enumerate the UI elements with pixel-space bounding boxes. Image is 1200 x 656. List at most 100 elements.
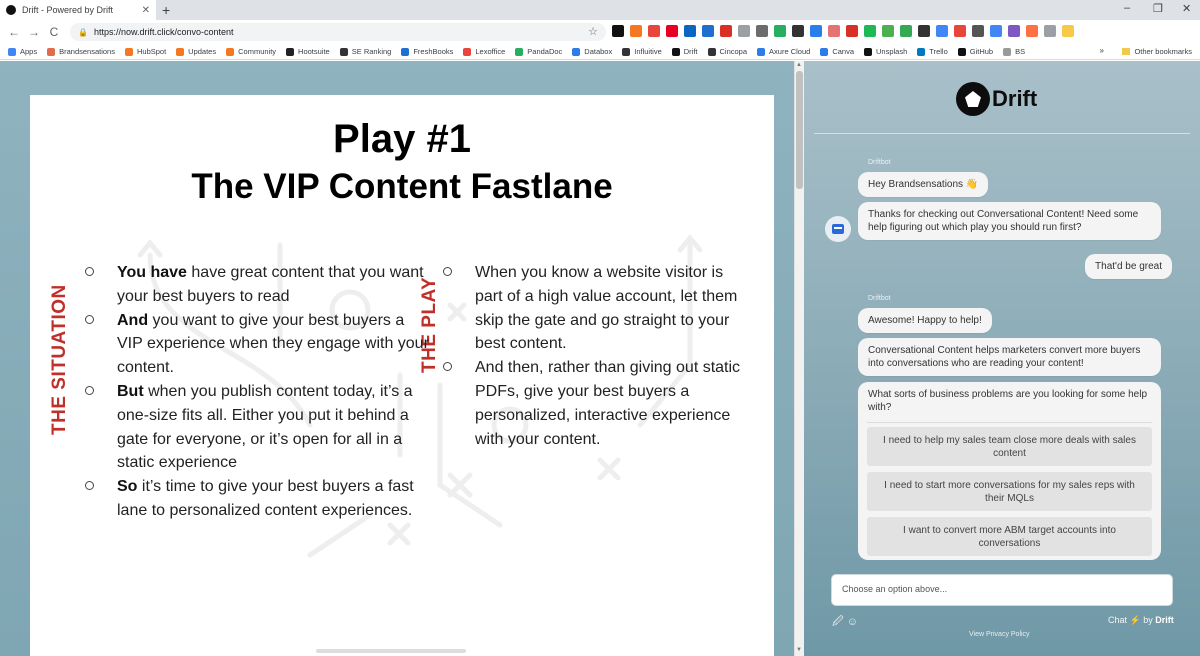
bookmark-item[interactable]: Axure Cloud <box>757 47 810 56</box>
extension-icon[interactable] <box>990 25 1002 37</box>
bookmark-item[interactable]: Updates <box>176 47 216 56</box>
bot-message: Hey Brandsensations 👋 <box>858 172 989 197</box>
panel-divider <box>814 133 1190 134</box>
back-button[interactable]: ← <box>4 25 24 39</box>
extension-icon[interactable] <box>630 25 642 37</box>
extension-icon[interactable] <box>864 25 876 37</box>
extension-icon[interactable] <box>1026 25 1038 37</box>
option-button-sales-content[interactable]: I need to help my sales team close more … <box>867 427 1152 466</box>
close-window-button[interactable]: ✕ <box>1182 2 1191 15</box>
reload-button[interactable]: C <box>44 25 64 39</box>
extension-icon[interactable] <box>756 25 768 37</box>
chat-by-mid: by <box>1140 615 1156 625</box>
scroll-down-arrow-icon[interactable]: ▼ <box>796 647 802 653</box>
bookmark-item[interactable]: FreshBooks <box>401 47 453 56</box>
bookmark-item[interactable]: Lexoffice <box>463 47 505 56</box>
attachment-and-emoji-icons[interactable]: 🖉 ☺ <box>832 616 858 628</box>
extension-icon[interactable] <box>846 25 858 37</box>
page-scrollbar[interactable]: ▲ ▼ <box>794 61 804 656</box>
extension-icon[interactable] <box>1044 25 1056 37</box>
new-tab-button[interactable]: + <box>162 2 170 18</box>
bot-message: Thanks for checking out Conversational C… <box>858 202 1161 240</box>
extension-icon[interactable] <box>936 25 948 37</box>
forward-button[interactable]: → <box>24 25 44 39</box>
extension-icon[interactable] <box>954 25 966 37</box>
other-bookmarks[interactable]: Other bookmarks <box>1122 47 1192 56</box>
tab-close-icon[interactable]: ✕ <box>142 5 150 16</box>
tab-title: Drift - Powered by Drift <box>22 5 114 15</box>
browser-tab[interactable]: Drift - Powered by Drift ✕ <box>0 0 156 20</box>
option-button-abm-accounts[interactable]: I want to convert more ABM target accoun… <box>867 517 1152 556</box>
extension-icon[interactable] <box>774 25 786 37</box>
bookmark-label: Axure Cloud <box>769 47 811 56</box>
drift-brand: Drift <box>956 82 1037 116</box>
lightning-icon: ⚡ <box>1129 615 1141 625</box>
bookmark-item[interactable]: Brandsensations <box>47 47 115 56</box>
bookmark-favicon-icon <box>957 47 966 56</box>
extension-icon[interactable] <box>702 25 714 37</box>
bookmarks-overflow-button[interactable]: » <box>1100 46 1104 55</box>
chat-by-drift[interactable]: Chat ⚡ by Drift <box>1108 615 1174 626</box>
bookmark-favicon-icon <box>820 47 829 56</box>
bookmark-item[interactable]: Cincopa <box>707 47 748 56</box>
bookmark-label: Cincopa <box>719 47 748 56</box>
lock-icon: 🔒 <box>78 27 88 37</box>
option-button-mql-conversations[interactable]: I need to start more conversations for m… <box>867 472 1152 511</box>
privacy-policy-link[interactable]: View Privacy Policy <box>969 631 1030 638</box>
extension-icon[interactable] <box>900 25 912 37</box>
bookmark-item[interactable]: Canva <box>820 47 854 56</box>
chat-compose-input[interactable]: Choose an option above... <box>831 574 1173 606</box>
extension-icon[interactable] <box>882 25 894 37</box>
address-bar[interactable]: 🔒 https://now.drift.click/convo-content … <box>70 23 606 41</box>
bookmark-item[interactable]: BS <box>1003 47 1025 56</box>
bookmark-favicon-icon <box>286 47 295 56</box>
scroll-up-arrow-icon[interactable]: ▲ <box>796 62 802 68</box>
bookmark-item[interactable]: PandaDoc <box>515 47 562 56</box>
minimize-button[interactable]: – <box>1124 2 1130 14</box>
driftbot-avatar-icon <box>825 216 851 242</box>
extension-icon[interactable] <box>666 25 678 37</box>
bookmark-label: BS <box>1015 47 1026 56</box>
bookmark-item[interactable]: HubSpot <box>124 47 166 56</box>
situation-item: You have have great content that you wan… <box>85 261 430 309</box>
message-sender: Driftbot <box>868 295 891 302</box>
bot-message: Awesome! Happy to help! <box>858 308 992 333</box>
extension-icon[interactable] <box>828 25 840 37</box>
extension-icon[interactable] <box>684 25 696 37</box>
bookmark-item[interactable]: Unsplash <box>864 47 907 56</box>
bookmark-label: Drift <box>683 47 698 56</box>
extension-icon[interactable] <box>648 25 660 37</box>
bookmark-item[interactable]: GitHub <box>957 47 993 56</box>
bookmark-favicon-icon <box>176 47 185 56</box>
extension-icon[interactable] <box>918 25 930 37</box>
folder-icon <box>1122 48 1131 55</box>
bookmark-item[interactable]: Community <box>226 47 276 56</box>
bookmark-favicon-icon <box>671 47 680 56</box>
bookmark-item[interactable]: SE Ranking <box>339 47 391 56</box>
extension-icon[interactable] <box>972 25 984 37</box>
extension-icon[interactable] <box>1008 25 1020 37</box>
bookmark-favicon-icon <box>917 47 926 56</box>
chat-by-brand: Drift <box>1155 615 1174 625</box>
bookmark-label: Brandsensations <box>59 47 115 56</box>
maximize-button[interactable]: ❐ <box>1153 2 1163 15</box>
bookmark-item[interactable]: Drift <box>671 47 698 56</box>
bookmark-item[interactable]: Influitive <box>622 47 662 56</box>
extension-icon[interactable] <box>1062 25 1074 37</box>
bookmark-item[interactable]: Databox <box>572 47 612 56</box>
situation-item: So it’s time to give your best buyers a … <box>85 475 430 523</box>
bookmark-label: Lexoffice <box>475 47 506 56</box>
bookmark-item[interactable]: Apps <box>8 47 37 56</box>
bookmark-favicon-icon <box>864 47 872 56</box>
bookmark-item[interactable]: Hootsuite <box>286 47 330 56</box>
extension-icon[interactable] <box>612 25 624 37</box>
bookmark-star-icon[interactable]: ☆ <box>588 25 598 38</box>
extension-icon[interactable] <box>792 25 804 37</box>
bookmark-item[interactable]: Trello <box>917 47 948 56</box>
bookmark-label: FreshBooks <box>413 47 454 56</box>
scrollbar-thumb[interactable] <box>796 71 803 189</box>
extension-icon[interactable] <box>810 25 822 37</box>
extension-icon[interactable] <box>738 25 750 37</box>
situation-item: And you want to give your best buyers a … <box>85 309 430 380</box>
extension-icon[interactable] <box>720 25 732 37</box>
